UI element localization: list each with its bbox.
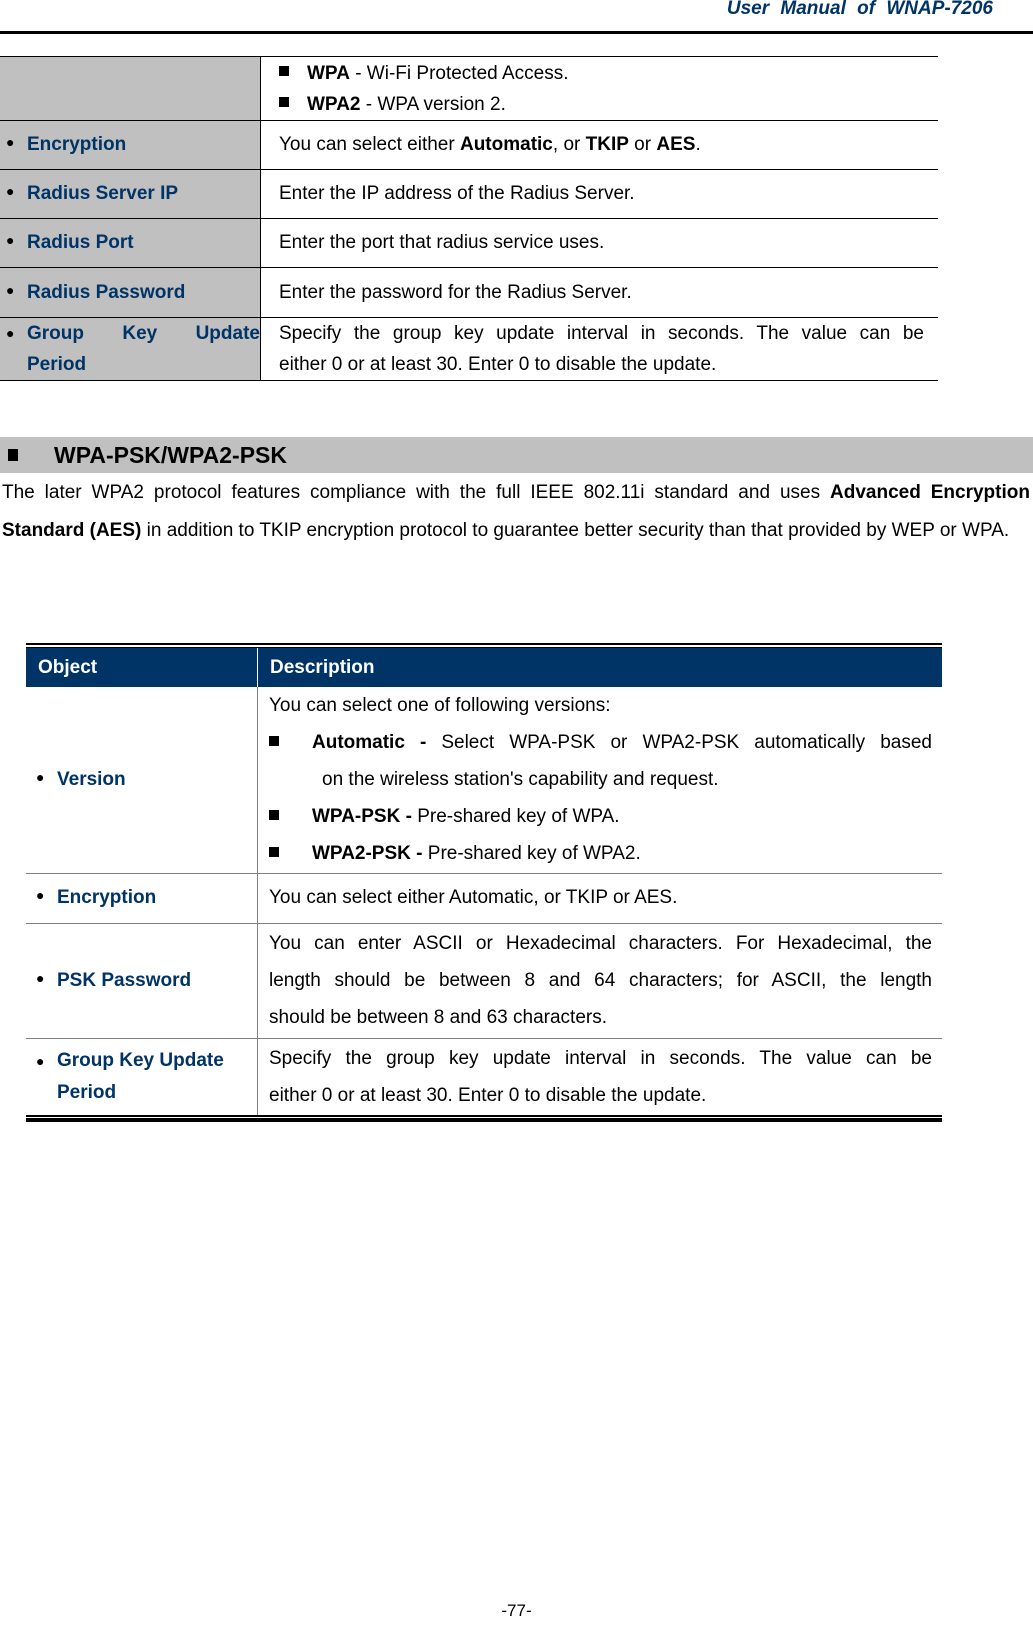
square-bullet-icon bbox=[269, 810, 279, 821]
table-header-row: Object Description bbox=[26, 648, 942, 687]
description-cell: Enter the password for the Radius Server… bbox=[260, 267, 938, 318]
bold-term: WPA2 bbox=[307, 93, 361, 115]
bullet-icon: ● bbox=[6, 325, 15, 341]
square-bullet-icon bbox=[269, 847, 279, 858]
object-label: Encryption bbox=[27, 134, 127, 155]
square-bullet-icon bbox=[269, 736, 279, 747]
manual-header-title: User Manual of WNAP-7206 bbox=[726, 0, 993, 19]
bullet-icon: ● bbox=[6, 134, 15, 150]
object-label: Group Key Update bbox=[27, 323, 260, 344]
description-cell: Enter the port that radius service uses. bbox=[260, 218, 938, 268]
intro-paragraph: The later WPA2 protocol features complia… bbox=[2, 482, 1030, 541]
description-cell: Specify the group key update interval in… bbox=[269, 1047, 932, 1106]
bullet-icon: ● bbox=[36, 969, 45, 986]
term-text: - WPA version 2. bbox=[360, 93, 506, 115]
term-text: - Wi-Fi Protected Access. bbox=[349, 62, 569, 84]
object-label: Period bbox=[57, 1081, 117, 1103]
table-row: WPA - Wi-Fi Protected Access. WPA2 - WPA… bbox=[0, 56, 938, 121]
object-cell: ● Version bbox=[26, 687, 258, 874]
table-row: ● Radius Password Enter the password for … bbox=[0, 267, 938, 318]
object-label: Radius Port bbox=[27, 232, 134, 253]
object-cell: ● Encryption bbox=[26, 873, 258, 924]
table-bottom-rule bbox=[26, 1114, 942, 1122]
wpa-psk-table: Object Description ● Version You can sele… bbox=[26, 643, 942, 1122]
object-label: Version bbox=[57, 768, 126, 790]
description-cell: You can select either Automatic, or TKIP… bbox=[257, 873, 942, 924]
object-cell bbox=[0, 56, 261, 121]
description-cell: You can select one of following versions… bbox=[257, 687, 942, 874]
object-label: Group Key Update bbox=[57, 1049, 224, 1071]
bullet-icon: ● bbox=[36, 887, 45, 903]
object-cell: ● Group Key Update Period bbox=[0, 317, 261, 381]
square-bullet-icon bbox=[8, 449, 18, 461]
section-title: WPA-PSK/WPA2-PSK bbox=[54, 441, 287, 468]
table-row: ● Radius Server IP Enter the IP address o… bbox=[0, 169, 938, 219]
bullet-icon: ● bbox=[6, 281, 15, 298]
description-cell: You can enter ASCII or Hexadecimal chara… bbox=[257, 923, 942, 1039]
page-number: -77- bbox=[501, 1601, 532, 1620]
header-rule bbox=[0, 31, 1033, 34]
bullet-icon: ● bbox=[6, 232, 15, 248]
description-cell: Enter the IP address of the Radius Serve… bbox=[260, 169, 938, 219]
column-header-object: Object bbox=[26, 648, 258, 687]
radius-settings-table: WPA - Wi-Fi Protected Access. WPA2 - WPA… bbox=[0, 56, 938, 381]
table-row: ● PSK Password You can enter ASCII or Hex… bbox=[26, 923, 942, 1039]
section-heading: WPA-PSK/WPA2-PSK bbox=[0, 437, 1033, 473]
object-cell: ● Encryption bbox=[0, 120, 261, 170]
table-row: ● Radius Port Enter the port that radius … bbox=[0, 218, 938, 268]
object-label: Radius Server IP bbox=[27, 183, 179, 204]
square-bullet-icon bbox=[279, 97, 289, 108]
object-label: Encryption bbox=[57, 887, 157, 908]
description-cell: WPA - Wi-Fi Protected Access. WPA2 - WPA… bbox=[260, 56, 938, 121]
table-row: ● Group Key Update Period Specify the gro… bbox=[26, 1038, 942, 1116]
table-row: ● Version You can select one of following… bbox=[26, 687, 942, 874]
object-cell: ● Group Key Update Period bbox=[26, 1038, 258, 1116]
description-cell: You can select either Automatic, or TKIP… bbox=[260, 120, 938, 170]
object-label: PSK Password bbox=[57, 969, 192, 991]
object-label: Period bbox=[27, 354, 87, 375]
description-cell: Specify the group key update interval in… bbox=[260, 317, 938, 381]
object-cell: ● PSK Password bbox=[26, 923, 258, 1039]
object-label: Radius Password bbox=[27, 281, 186, 303]
table-row: ● Encryption You can select either Automa… bbox=[26, 873, 942, 924]
object-cell: ● Radius Port bbox=[0, 218, 261, 268]
object-cell: ● Radius Server IP bbox=[0, 169, 261, 219]
column-header-description: Description bbox=[257, 648, 942, 687]
bold-term: WPA bbox=[307, 62, 350, 84]
table-row: ● Encryption You can select either Automa… bbox=[0, 120, 938, 170]
object-cell: ● Radius Password bbox=[0, 267, 261, 318]
bullet-icon: ● bbox=[36, 768, 45, 785]
bullet-icon: ● bbox=[6, 183, 15, 199]
table-row: ● Group Key Update Period Specify the gr… bbox=[0, 317, 938, 381]
bullet-icon: ● bbox=[36, 1052, 45, 1069]
square-bullet-icon bbox=[279, 66, 289, 77]
